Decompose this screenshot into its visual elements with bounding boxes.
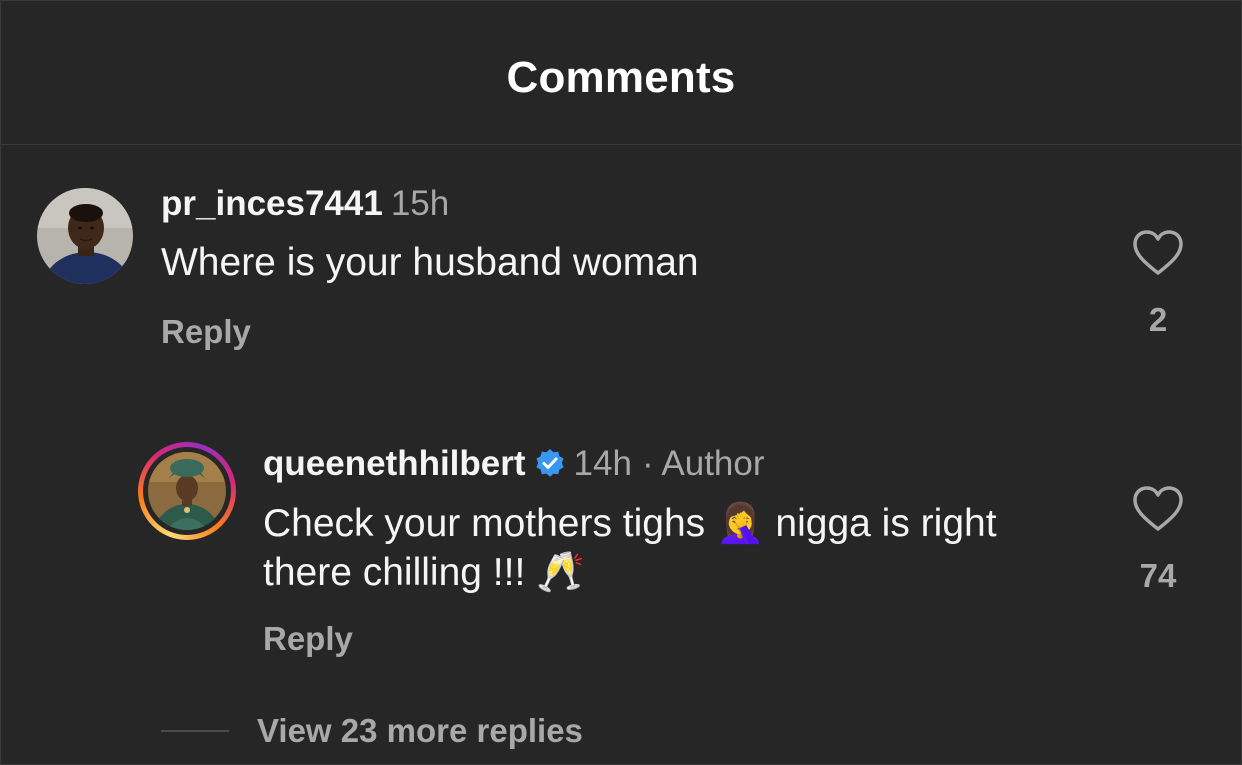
avatar[interactable] xyxy=(37,188,133,284)
comment-timestamp: 14h xyxy=(573,444,632,483)
heart-outline-icon xyxy=(1133,230,1183,275)
reply-button[interactable]: Reply xyxy=(161,313,251,351)
comment-text: Where is your husband woman xyxy=(161,241,699,284)
verified-badge-icon xyxy=(535,449,564,477)
avatar-photo xyxy=(148,452,226,530)
comment-timestamp: 15h xyxy=(390,184,450,223)
comment-username[interactable]: queenethhilbert xyxy=(263,444,526,484)
comment-text-part: Check your mothers tighs xyxy=(263,502,717,545)
comment-username[interactable]: pr_inces7441 xyxy=(161,184,383,223)
avatar-photo xyxy=(37,188,133,284)
divider-line xyxy=(161,730,229,732)
view-more-replies-button[interactable]: View 23 more replies xyxy=(161,712,583,750)
comments-sheet: Comments pr_inces7441 15h Where is your h… xyxy=(0,0,1242,765)
comments-header: Comments xyxy=(1,1,1241,145)
champagne-glasses-emoji-icon: 🥂 xyxy=(536,550,585,595)
avatar-story-ring[interactable] xyxy=(138,442,236,540)
author-label: · Author xyxy=(641,444,765,483)
avatar xyxy=(148,452,226,530)
comment-username-row: queenethhilbert 14h · Author xyxy=(263,444,765,484)
page-title: Comments xyxy=(506,53,736,102)
like-count: 74 xyxy=(1139,557,1177,594)
heart-outline-icon xyxy=(1133,486,1183,531)
like-count: 2 xyxy=(1148,301,1168,338)
avatar-ring-gap xyxy=(143,447,231,535)
view-more-replies-label: View 23 more replies xyxy=(257,712,583,749)
comment-text: Check your mothers tighs 🤦‍♀️ nigga is r… xyxy=(263,499,1083,597)
like-button[interactable] xyxy=(1132,229,1184,277)
reply-button[interactable]: Reply xyxy=(263,620,353,658)
facepalm-emoji-icon: 🤦‍♀️ xyxy=(716,501,765,546)
like-button[interactable] xyxy=(1132,485,1184,533)
comment-username-row: pr_inces7441 15h xyxy=(161,184,449,224)
